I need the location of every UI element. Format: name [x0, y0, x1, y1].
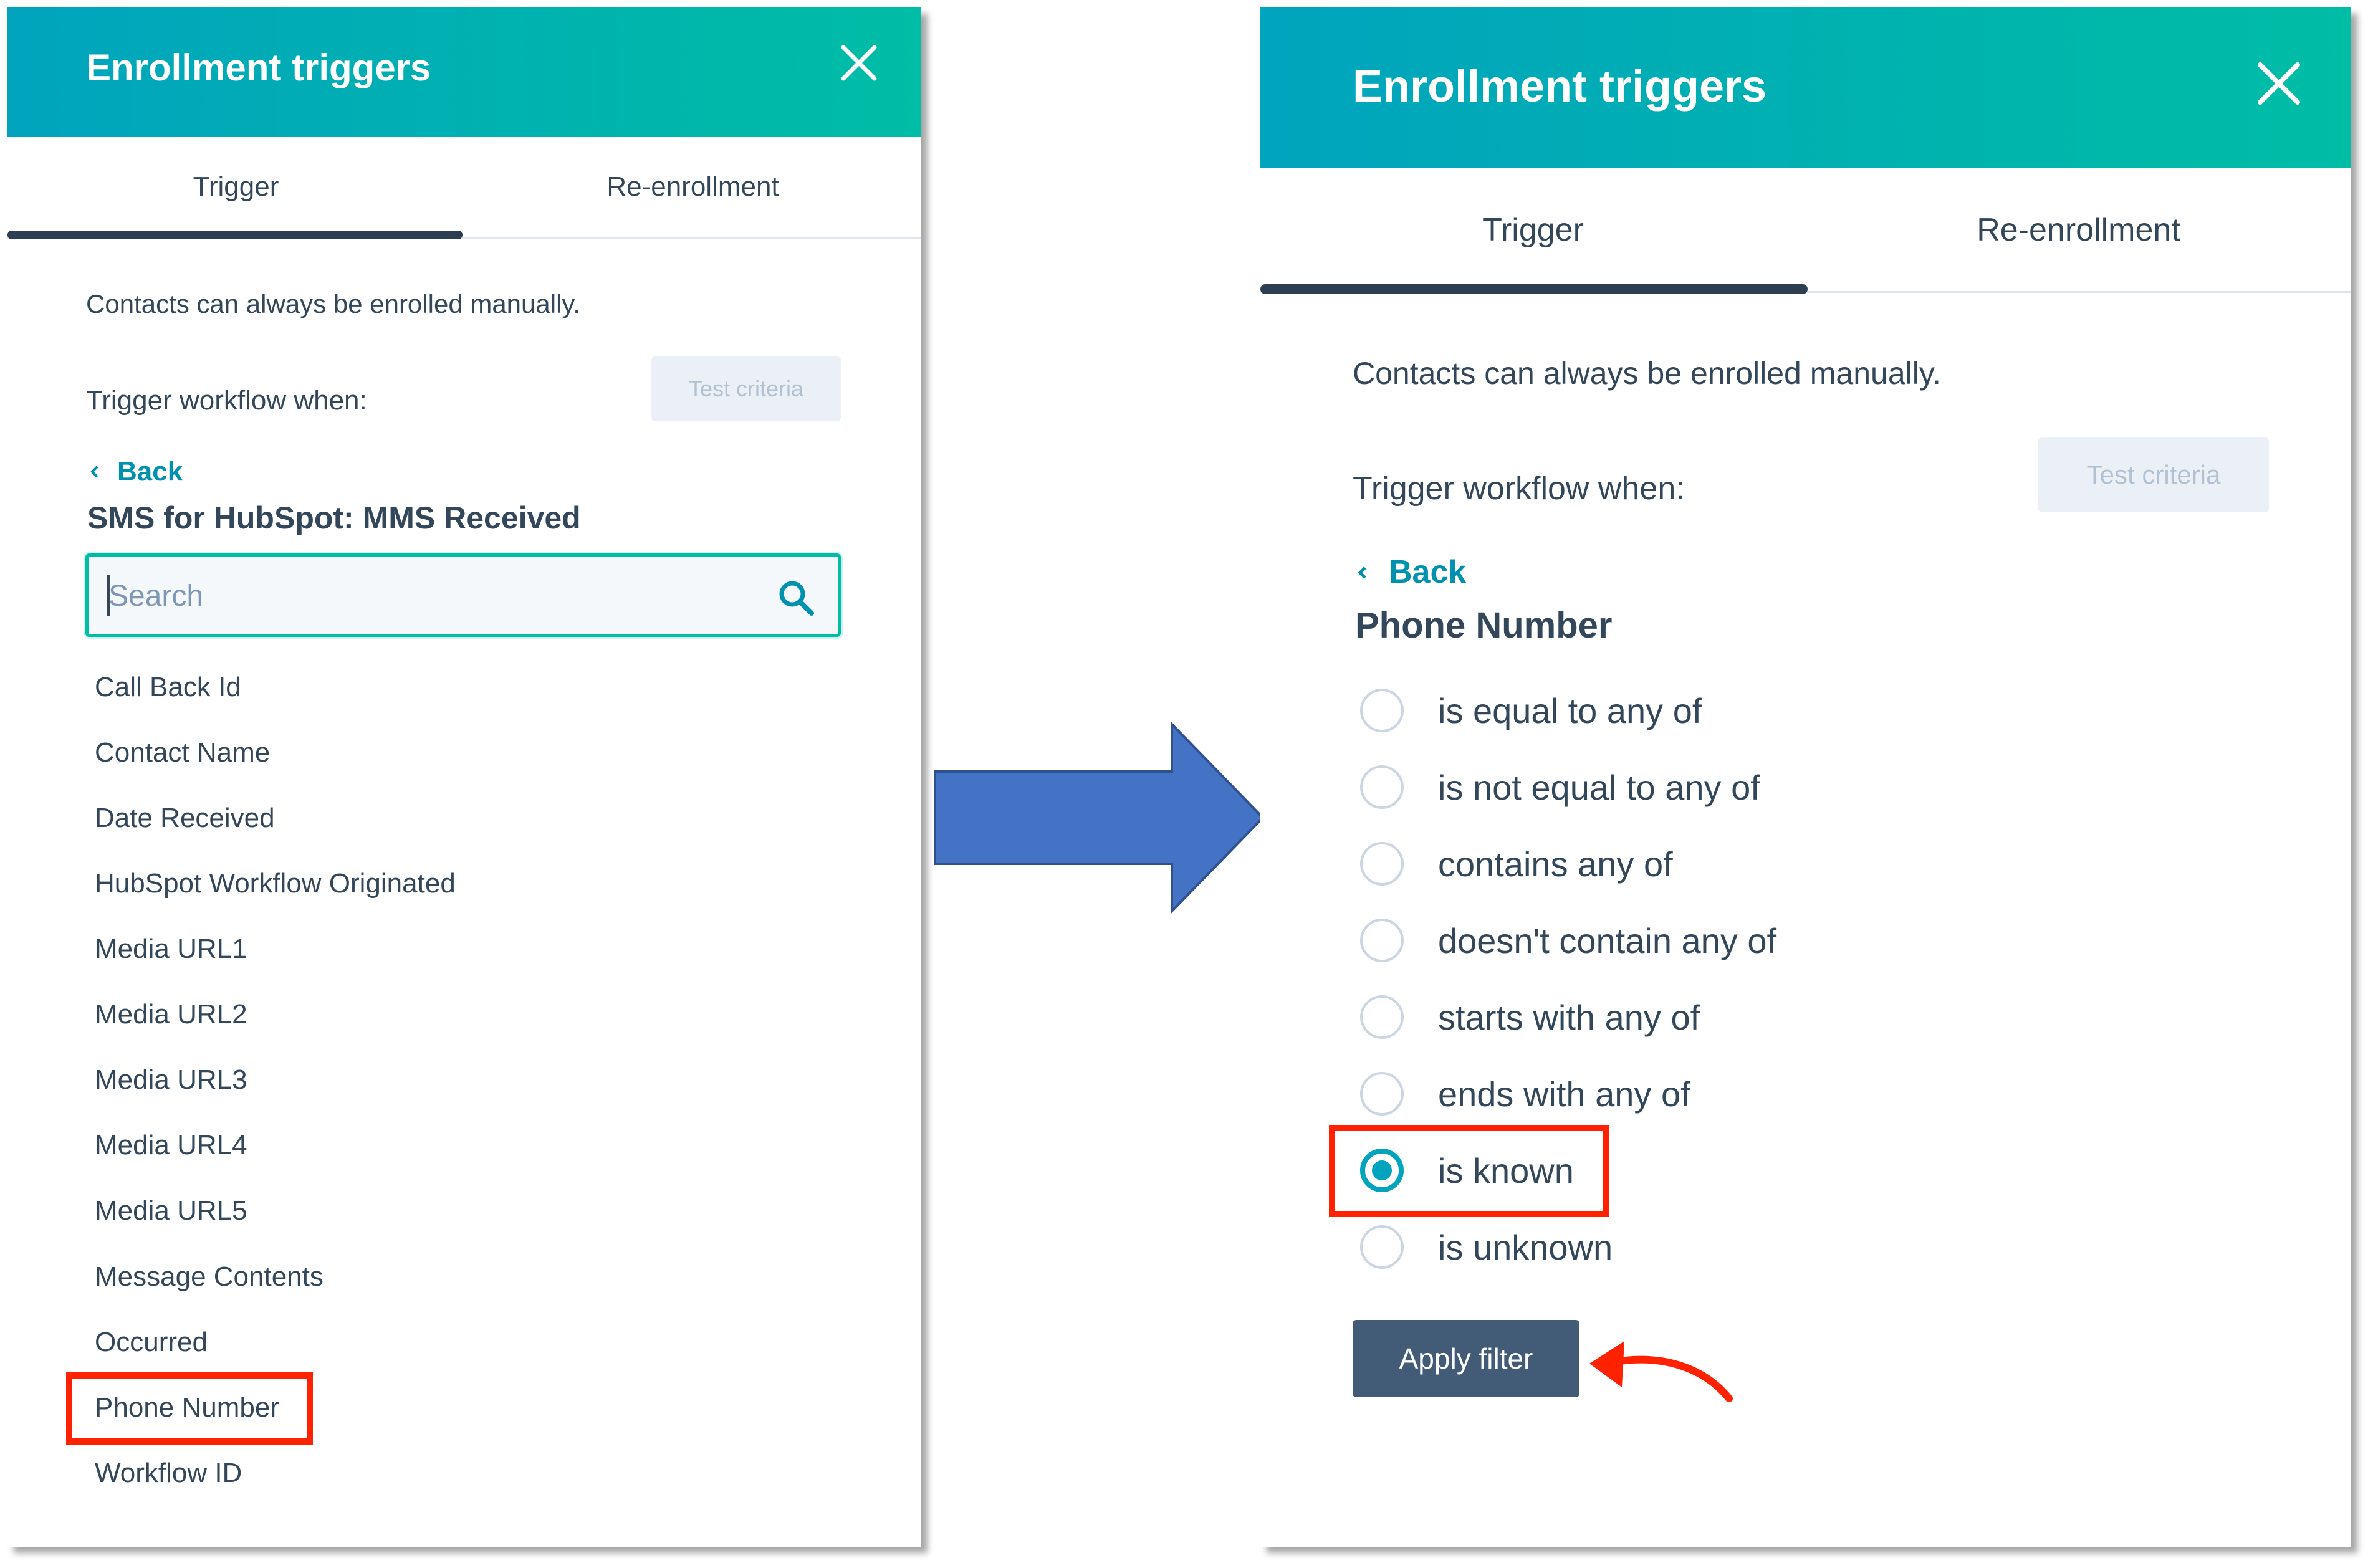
operator-label: is equal to any of: [1438, 691, 1702, 730]
operator-label: starts with any of: [1438, 997, 1700, 1037]
close-icon[interactable]: [2256, 61, 2301, 106]
close-icon[interactable]: [840, 44, 878, 82]
radio-button[interactable]: [1360, 1225, 1404, 1269]
operator-option-contains-any-of[interactable]: contains any of: [1360, 833, 1673, 895]
property-message-contents[interactable]: Message Contents: [95, 1261, 324, 1293]
back-label: Back: [117, 456, 183, 487]
annotation-arrow-icon: [1589, 1341, 1733, 1402]
radio-button[interactable]: [1360, 689, 1404, 732]
operator-option-starts-with-any-of[interactable]: starts with any of: [1360, 986, 1700, 1048]
operator-label: is not equal to any of: [1438, 767, 1760, 807]
info-text: Contacts can always be enrolled manually…: [86, 289, 580, 318]
search-icon[interactable]: [777, 579, 816, 618]
trigger-label: Trigger workflow when:: [86, 385, 367, 416]
property-media-url1[interactable]: Media URL1: [95, 934, 247, 965]
operator-label: is unknown: [1438, 1227, 1613, 1267]
active-tab-indicator: [1260, 284, 1808, 294]
panel-title: Enrollment triggers: [1353, 62, 1767, 112]
radio-button[interactable]: [1360, 765, 1404, 809]
panel-header: Enrollment triggers: [1260, 7, 2351, 168]
panel-header: Enrollment triggers: [7, 7, 921, 137]
property-media-url4[interactable]: Media URL4: [95, 1130, 247, 1161]
operator-label: doesn't contain any of: [1438, 920, 1777, 960]
search-field[interactable]: [85, 553, 841, 637]
tab-bar: Trigger Re-enrollment: [7, 137, 921, 239]
property-hubspot-workflow-originated[interactable]: HubSpot Workflow Originated: [95, 868, 456, 899]
property-media-url2[interactable]: Media URL2: [95, 999, 247, 1030]
test-criteria-button[interactable]: Test criteria: [2038, 437, 2269, 512]
radio-button[interactable]: [1360, 1072, 1404, 1116]
property-media-url3[interactable]: Media URL3: [95, 1064, 247, 1096]
property-occurred[interactable]: Occurred: [95, 1327, 208, 1358]
text-caret: [107, 575, 110, 616]
search-input[interactable]: [107, 557, 733, 635]
property-date-received[interactable]: Date Received: [95, 803, 275, 834]
panel-title: Enrollment triggers: [86, 47, 431, 88]
info-text: Contacts can always be enrolled manually…: [1353, 356, 1942, 391]
tab-trigger[interactable]: Trigger: [1260, 168, 1806, 291]
back-link[interactable]: Back: [89, 456, 183, 487]
radio-button[interactable]: [1360, 919, 1404, 962]
back-link[interactable]: Back: [1355, 553, 1466, 591]
apply-filter-button[interactable]: Apply filter: [1353, 1320, 1579, 1397]
tab-trigger[interactable]: Trigger: [7, 137, 464, 237]
operator-option-is-not-equal-to-any-of[interactable]: is not equal to any of: [1360, 756, 1760, 818]
chevron-left-icon: [1355, 553, 1378, 591]
operator-option-ends-with-any-of[interactable]: ends with any of: [1360, 1063, 1690, 1125]
test-criteria-button[interactable]: Test criteria: [651, 356, 841, 421]
radio-button[interactable]: [1360, 842, 1404, 886]
enrollment-triggers-panel-left: Enrollment triggers Trigger Re-enrollmen…: [7, 7, 921, 1547]
operator-option-is-equal-to-any-of[interactable]: is equal to any of: [1360, 679, 1702, 742]
tab-re-enrollment[interactable]: Re-enrollment: [464, 137, 921, 237]
enrollment-triggers-panel-right: Enrollment triggers Trigger Re-enrollmen…: [1260, 7, 2351, 1547]
property-contact-name[interactable]: Contact Name: [95, 737, 270, 768]
radio-button[interactable]: [1360, 995, 1404, 1039]
property-call-back-id[interactable]: Call Back Id: [95, 672, 241, 703]
operator-label: ends with any of: [1438, 1074, 1690, 1114]
section-title: Phone Number: [1355, 605, 1613, 646]
tab-re-enrollment[interactable]: Re-enrollment: [1806, 168, 2351, 291]
annotation-highlight-is-known: [1329, 1125, 1609, 1217]
back-label: Back: [1389, 554, 1467, 590]
chevron-left-icon: [89, 456, 107, 487]
section-title: SMS for HubSpot: MMS Received: [87, 500, 581, 535]
annotation-highlight-phone-number: [66, 1372, 313, 1445]
property-workflow-id[interactable]: Workflow ID: [95, 1458, 242, 1489]
active-tab-indicator: [7, 231, 463, 239]
property-media-url5[interactable]: Media URL5: [95, 1195, 247, 1226]
tab-bar: Trigger Re-enrollment: [1260, 168, 2351, 294]
trigger-label: Trigger workflow when:: [1353, 471, 1685, 507]
operator-label: contains any of: [1438, 844, 1673, 884]
operator-option-doesnt-contain-any-of[interactable]: doesn't contain any of: [1360, 909, 1776, 972]
operator-option-is-unknown[interactable]: is unknown: [1360, 1216, 1613, 1278]
